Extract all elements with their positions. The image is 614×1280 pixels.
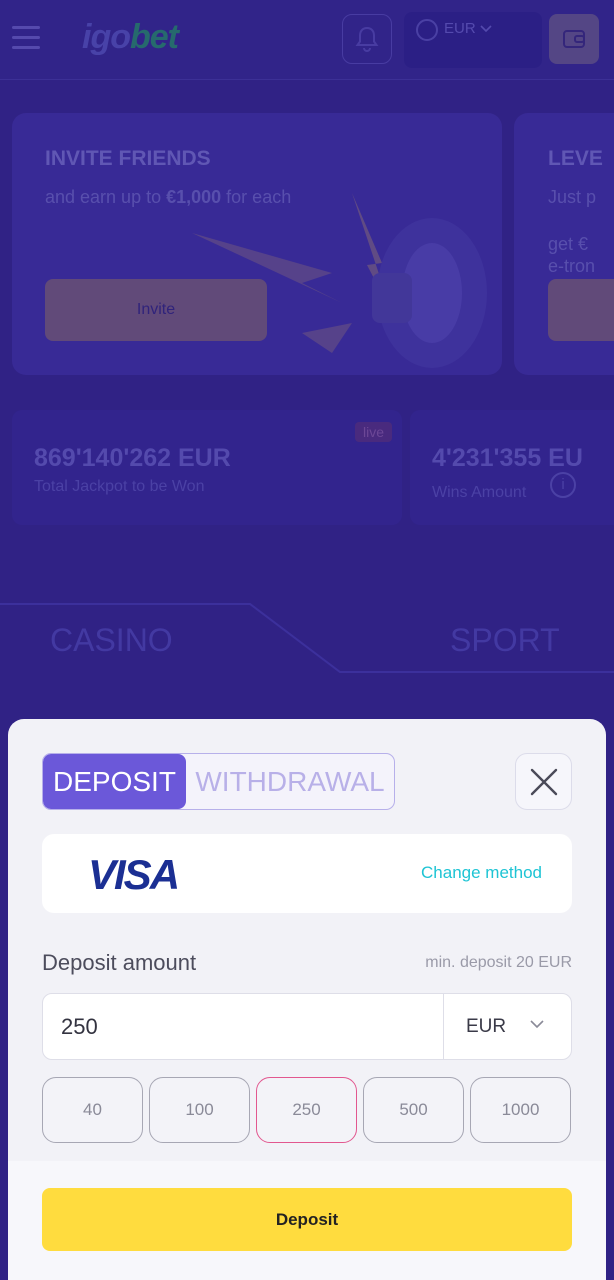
preset-button[interactable]: 1000 <box>470 1077 571 1143</box>
visa-logo: VISA <box>88 851 180 898</box>
change-method-link[interactable]: Change method <box>421 863 542 883</box>
deposit-amount-label: Deposit amount <box>42 950 197 975</box>
tab-deposit[interactable]: DEPOSIT <box>43 754 186 809</box>
chevron-down-icon <box>530 1020 544 1029</box>
preset-button-selected[interactable]: 250 <box>256 1077 357 1143</box>
payment-method-card: VISA Change method <box>42 834 572 913</box>
deposit-modal: DEPOSIT WITHDRAWAL VISA Change method De… <box>8 719 606 1280</box>
amount-field-group: EUR <box>42 993 572 1060</box>
close-button[interactable] <box>515 753 572 810</box>
currency-value: EUR <box>466 1016 507 1037</box>
preset-button[interactable]: 100 <box>149 1077 250 1143</box>
modal-footer: Deposit <box>8 1161 606 1280</box>
currency-select[interactable]: EUR <box>443 994 571 1059</box>
preset-button[interactable]: 40 <box>42 1077 143 1143</box>
preset-button[interactable]: 500 <box>363 1077 464 1143</box>
close-icon <box>530 768 557 795</box>
deposit-button[interactable]: Deposit <box>42 1188 572 1251</box>
amount-presets: 40 100 250 500 1000 <box>42 1077 572 1143</box>
amount-input[interactable] <box>43 994 443 1059</box>
deposit-withdrawal-tabs: DEPOSIT WITHDRAWAL <box>42 753 395 810</box>
min-deposit-note: min. deposit 20 EUR <box>425 954 572 971</box>
tab-withdrawal[interactable]: WITHDRAWAL <box>186 754 394 809</box>
